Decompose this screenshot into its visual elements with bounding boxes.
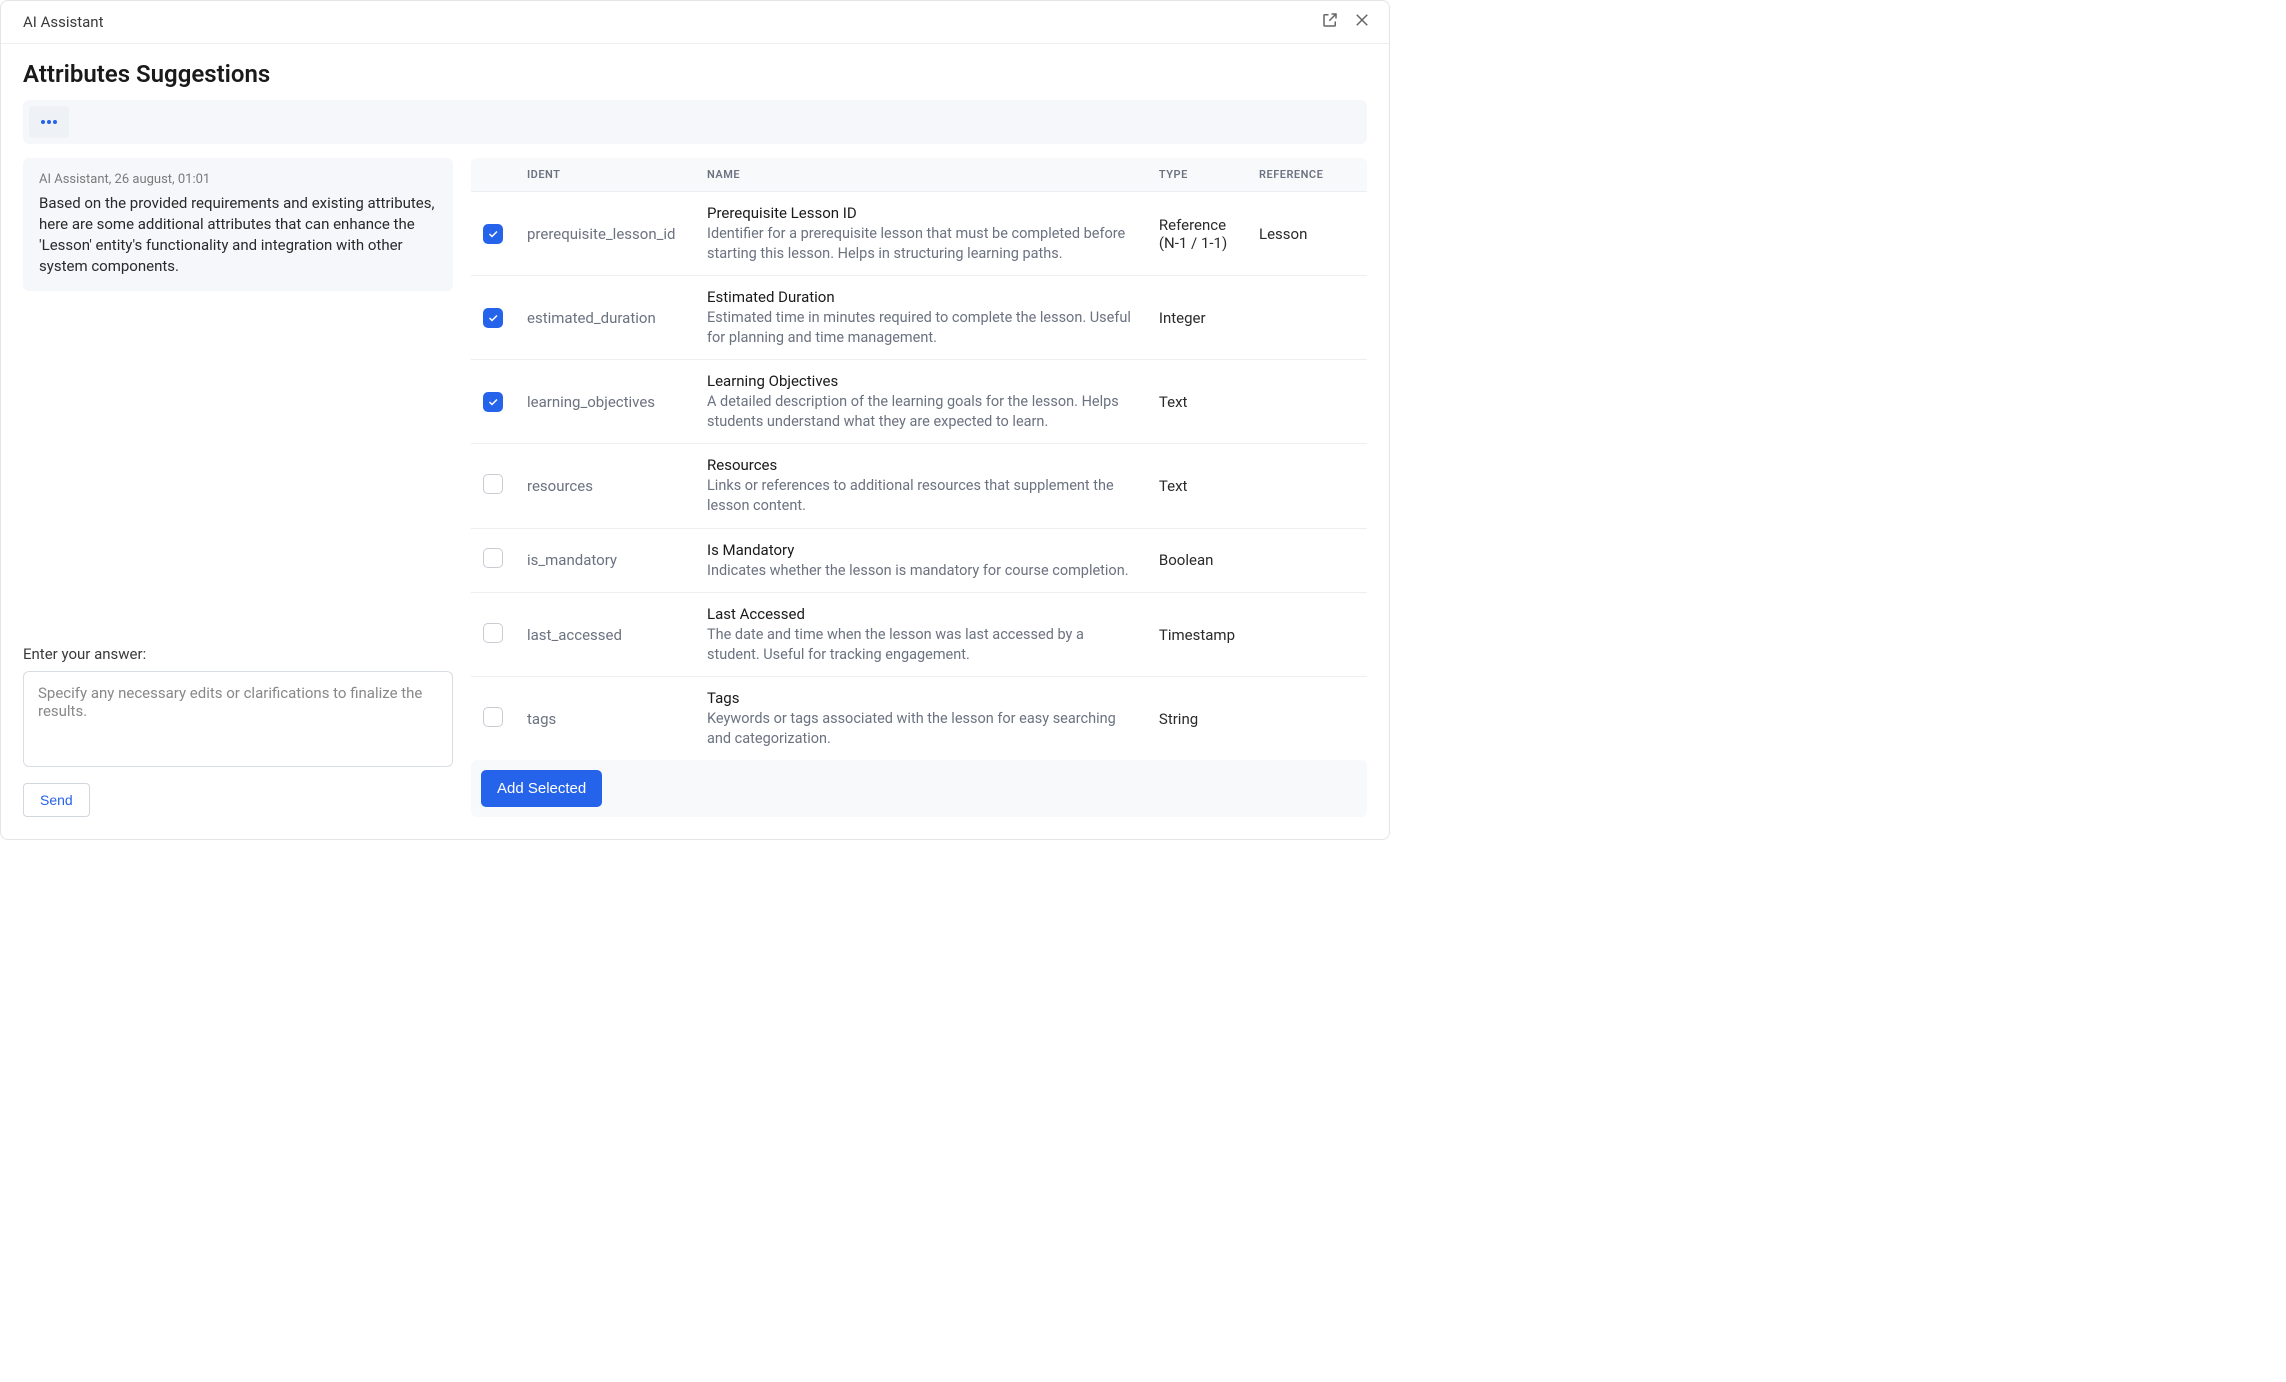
col-ident: IDENT: [515, 158, 695, 192]
row-ident: learning_objectives: [515, 360, 695, 444]
row-name-cell: Learning Objectives A detailed descripti…: [695, 360, 1147, 444]
title-bar: AI Assistant: [1, 1, 1389, 44]
table-row: learning_objectives Learning Objectives …: [471, 360, 1367, 444]
row-type: Boolean: [1147, 528, 1247, 593]
row-name-cell: Last Accessed The date and time when the…: [695, 593, 1147, 677]
row-ident: is_mandatory: [515, 528, 695, 593]
col-name: NAME: [695, 158, 1147, 192]
content-area: AI Assistant, 26 august, 01:01 Based on …: [1, 158, 1389, 839]
row-checkbox[interactable]: [483, 623, 503, 643]
right-column: IDENT NAME TYPE REFERENCE prerequisite_l…: [471, 158, 1367, 817]
row-reference: [1247, 360, 1367, 444]
window-title: AI Assistant: [23, 13, 104, 31]
row-ident: estimated_duration: [515, 276, 695, 360]
dialog-window: AI Assistant Attributes Suggestions AI A…: [0, 0, 1390, 840]
answer-input[interactable]: [23, 671, 453, 767]
table-row: is_mandatory Is Mandatory Indicates whet…: [471, 528, 1367, 593]
row-reference: [1247, 528, 1367, 593]
more-icon: [41, 120, 57, 124]
row-name-title: Last Accessed: [707, 605, 1135, 623]
col-checkbox: [471, 158, 515, 192]
row-checkbox[interactable]: [483, 308, 503, 328]
message-meta: AI Assistant, 26 august, 01:01: [39, 172, 437, 187]
table-row: tags Tags Keywords or tags associated wi…: [471, 677, 1367, 752]
close-icon[interactable]: [1353, 11, 1371, 33]
table-header-row: IDENT NAME TYPE REFERENCE: [471, 158, 1367, 192]
answer-block: Enter your answer: Send: [23, 645, 453, 817]
row-type: Integer: [1147, 276, 1247, 360]
row-name-desc: A detailed description of the learning g…: [707, 392, 1135, 431]
title-bar-actions: [1321, 11, 1371, 33]
row-reference: [1247, 593, 1367, 677]
open-external-icon[interactable]: [1321, 11, 1339, 33]
row-name-desc: Estimated time in minutes required to co…: [707, 308, 1135, 347]
row-name-desc: The date and time when the lesson was la…: [707, 625, 1135, 664]
suggestions-table-wrap: IDENT NAME TYPE REFERENCE prerequisite_l…: [471, 158, 1367, 752]
row-checkbox[interactable]: [483, 224, 503, 244]
row-name-desc: Identifier for a prerequisite lesson tha…: [707, 224, 1135, 263]
row-name-title: Prerequisite Lesson ID: [707, 204, 1135, 222]
row-type: Reference (N-1 / 1-1): [1147, 192, 1247, 276]
row-name-cell: Resources Links or references to additio…: [695, 444, 1147, 528]
row-reference: [1247, 276, 1367, 360]
row-name-title: Resources: [707, 456, 1135, 474]
row-checkbox[interactable]: [483, 707, 503, 727]
suggestions-table: IDENT NAME TYPE REFERENCE prerequisite_l…: [471, 158, 1367, 752]
row-ident: resources: [515, 444, 695, 528]
more-button[interactable]: [29, 106, 69, 138]
row-name-title: Learning Objectives: [707, 372, 1135, 390]
message-body: Based on the provided requirements and e…: [39, 193, 437, 277]
row-checkbox[interactable]: [483, 474, 503, 494]
answer-label: Enter your answer:: [23, 645, 453, 663]
row-name-cell: Tags Keywords or tags associated with th…: [695, 677, 1147, 752]
row-name-cell: Prerequisite Lesson ID Identifier for a …: [695, 192, 1147, 276]
send-button[interactable]: Send: [23, 783, 90, 817]
row-ident: last_accessed: [515, 593, 695, 677]
row-type: Text: [1147, 444, 1247, 528]
footer-actions: Add Selected: [471, 760, 1367, 817]
table-row: resources Resources Links or references …: [471, 444, 1367, 528]
add-selected-button[interactable]: Add Selected: [481, 770, 602, 807]
row-name-cell: Estimated Duration Estimated time in min…: [695, 276, 1147, 360]
row-ident: prerequisite_lesson_id: [515, 192, 695, 276]
row-type: Timestamp: [1147, 593, 1247, 677]
row-name-desc: Indicates whether the lesson is mandator…: [707, 561, 1135, 581]
left-column: AI Assistant, 26 august, 01:01 Based on …: [23, 158, 453, 817]
assistant-message: AI Assistant, 26 august, 01:01 Based on …: [23, 158, 453, 291]
row-reference: [1247, 444, 1367, 528]
row-reference: [1247, 677, 1367, 752]
col-reference: REFERENCE: [1247, 158, 1367, 192]
row-checkbox[interactable]: [483, 548, 503, 568]
table-row: estimated_duration Estimated Duration Es…: [471, 276, 1367, 360]
row-type: Text: [1147, 360, 1247, 444]
page-title: Attributes Suggestions: [1, 44, 1389, 100]
row-ident: tags: [515, 677, 695, 752]
row-name-desc: Links or references to additional resour…: [707, 476, 1135, 515]
row-name-title: Is Mandatory: [707, 541, 1135, 559]
row-name-title: Estimated Duration: [707, 288, 1135, 306]
table-row: prerequisite_lesson_id Prerequisite Less…: [471, 192, 1367, 276]
col-type: TYPE: [1147, 158, 1247, 192]
row-name-title: Tags: [707, 689, 1135, 707]
row-reference: Lesson: [1247, 192, 1367, 276]
row-name-cell: Is Mandatory Indicates whether the lesso…: [695, 528, 1147, 593]
row-checkbox[interactable]: [483, 392, 503, 412]
table-row: last_accessed Last Accessed The date and…: [471, 593, 1367, 677]
toolbar: [23, 100, 1367, 144]
row-type: String: [1147, 677, 1247, 752]
row-name-desc: Keywords or tags associated with the les…: [707, 709, 1135, 748]
